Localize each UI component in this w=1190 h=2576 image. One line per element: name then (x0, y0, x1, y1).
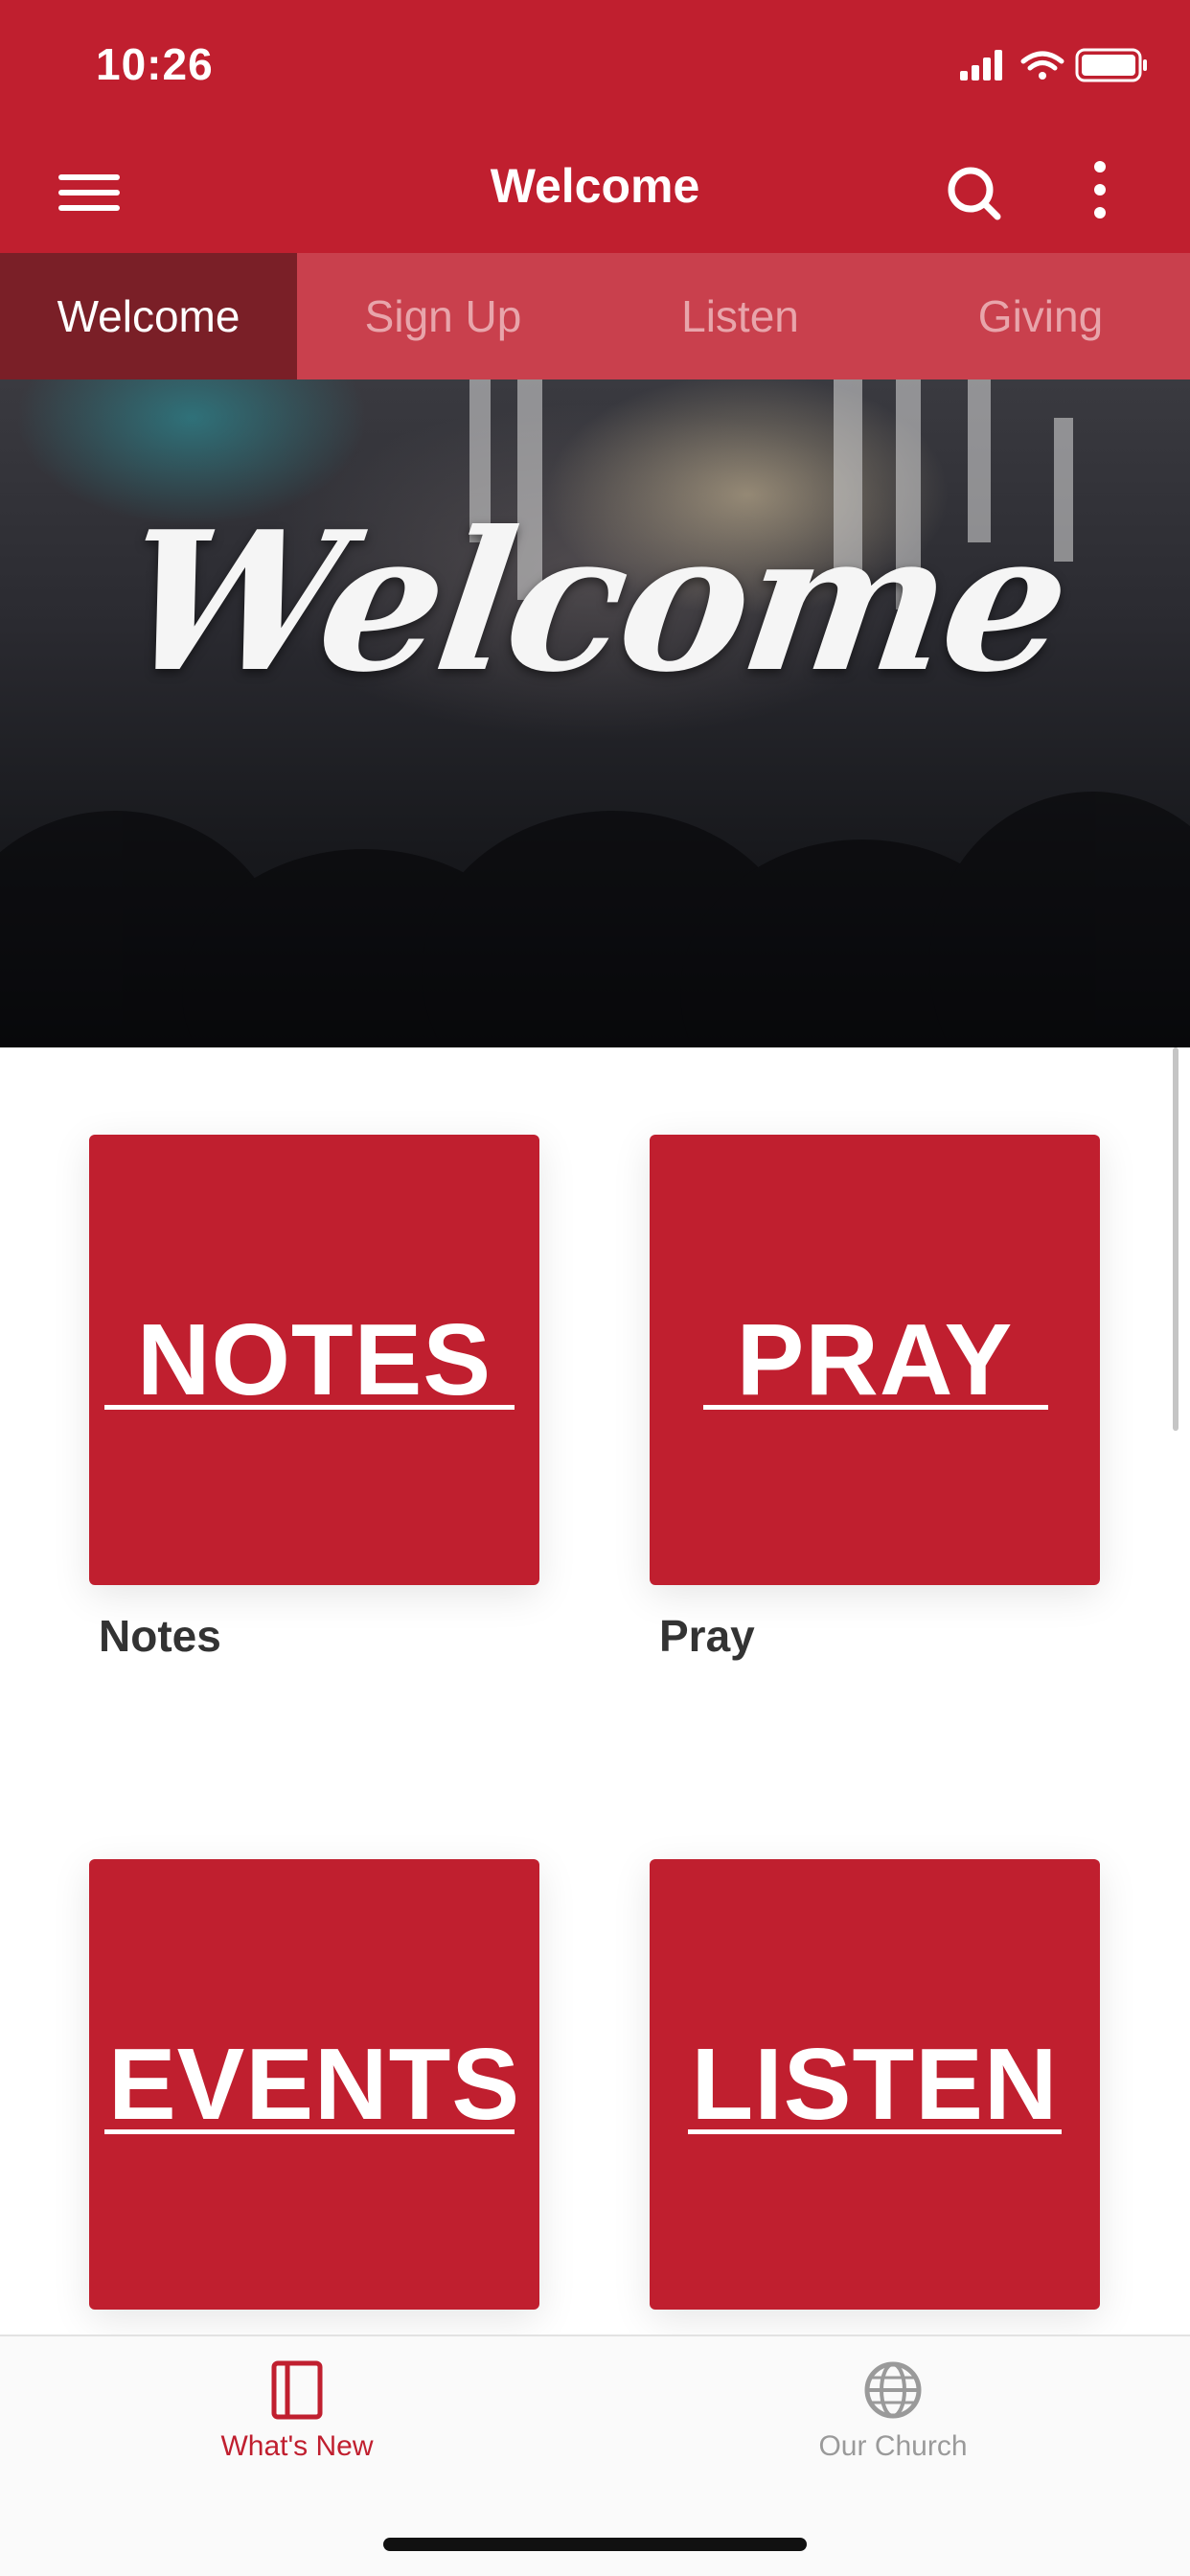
tile-events-word: EVENTS (107, 2028, 521, 2141)
bottom-nav-our-church-label: Our Church (818, 2430, 968, 2462)
tab-sign-up[interactable]: Sign Up (297, 253, 589, 380)
tile-notes[interactable]: NOTES (89, 1135, 539, 1585)
tile-pray-underline (703, 1405, 1048, 1410)
bottom-nav-whats-new-label: What's New (220, 2430, 374, 2462)
status-icons (960, 46, 1152, 84)
more-vertical-icon (1094, 161, 1106, 218)
search-icon (948, 167, 1001, 220)
tab-bar: Welcome Sign Up Listen Giving (0, 253, 1190, 380)
wifi-icon (1020, 51, 1064, 80)
tile-listen-underline (688, 2129, 1062, 2134)
tile-notes-underline (104, 1405, 515, 1410)
tab-giving[interactable]: Giving (891, 253, 1190, 380)
tile-listen-word: LISTEN (691, 2028, 1059, 2141)
tile-notes-word: NOTES (136, 1303, 492, 1416)
page-title: Welcome (490, 159, 700, 213)
search-button[interactable] (934, 155, 1011, 232)
tile-listen[interactable]: LISTEN (650, 1859, 1100, 2310)
signal-icon (960, 50, 1002, 80)
tile-pray-caption[interactable]: Pray (659, 1610, 755, 1662)
tab-welcome[interactable]: Welcome (0, 253, 297, 380)
tab-listen[interactable]: Listen (589, 253, 891, 380)
tile-pray[interactable]: PRAY (650, 1135, 1100, 1585)
bottom-nav-whats-new[interactable]: What's New (153, 2359, 441, 2463)
hero-welcome-text: Welcome (110, 490, 1080, 715)
home-indicator[interactable] (383, 2538, 807, 2551)
status-time: 10:26 (96, 39, 214, 89)
header: 10:26 Welcome (0, 0, 1190, 253)
tile-events-underline (104, 2129, 515, 2134)
tile-pray-word: PRAY (736, 1303, 1014, 1416)
tile-notes-caption[interactable]: Notes (99, 1610, 221, 1662)
battery-icon (1075, 48, 1147, 82)
book-icon (271, 2360, 323, 2420)
hero-banner[interactable]: Welcome (0, 380, 1190, 1047)
app-screen: 10:26 Welcome Welcome Sign Up Listen Giv… (0, 0, 1190, 2576)
globe-icon (864, 2361, 922, 2419)
scroll-indicator[interactable] (1173, 1047, 1179, 1431)
bottom-nav-our-church[interactable]: Our Church (749, 2359, 1037, 2463)
tile-events[interactable]: EVENTS (89, 1859, 539, 2310)
more-options-button[interactable] (1062, 155, 1138, 232)
